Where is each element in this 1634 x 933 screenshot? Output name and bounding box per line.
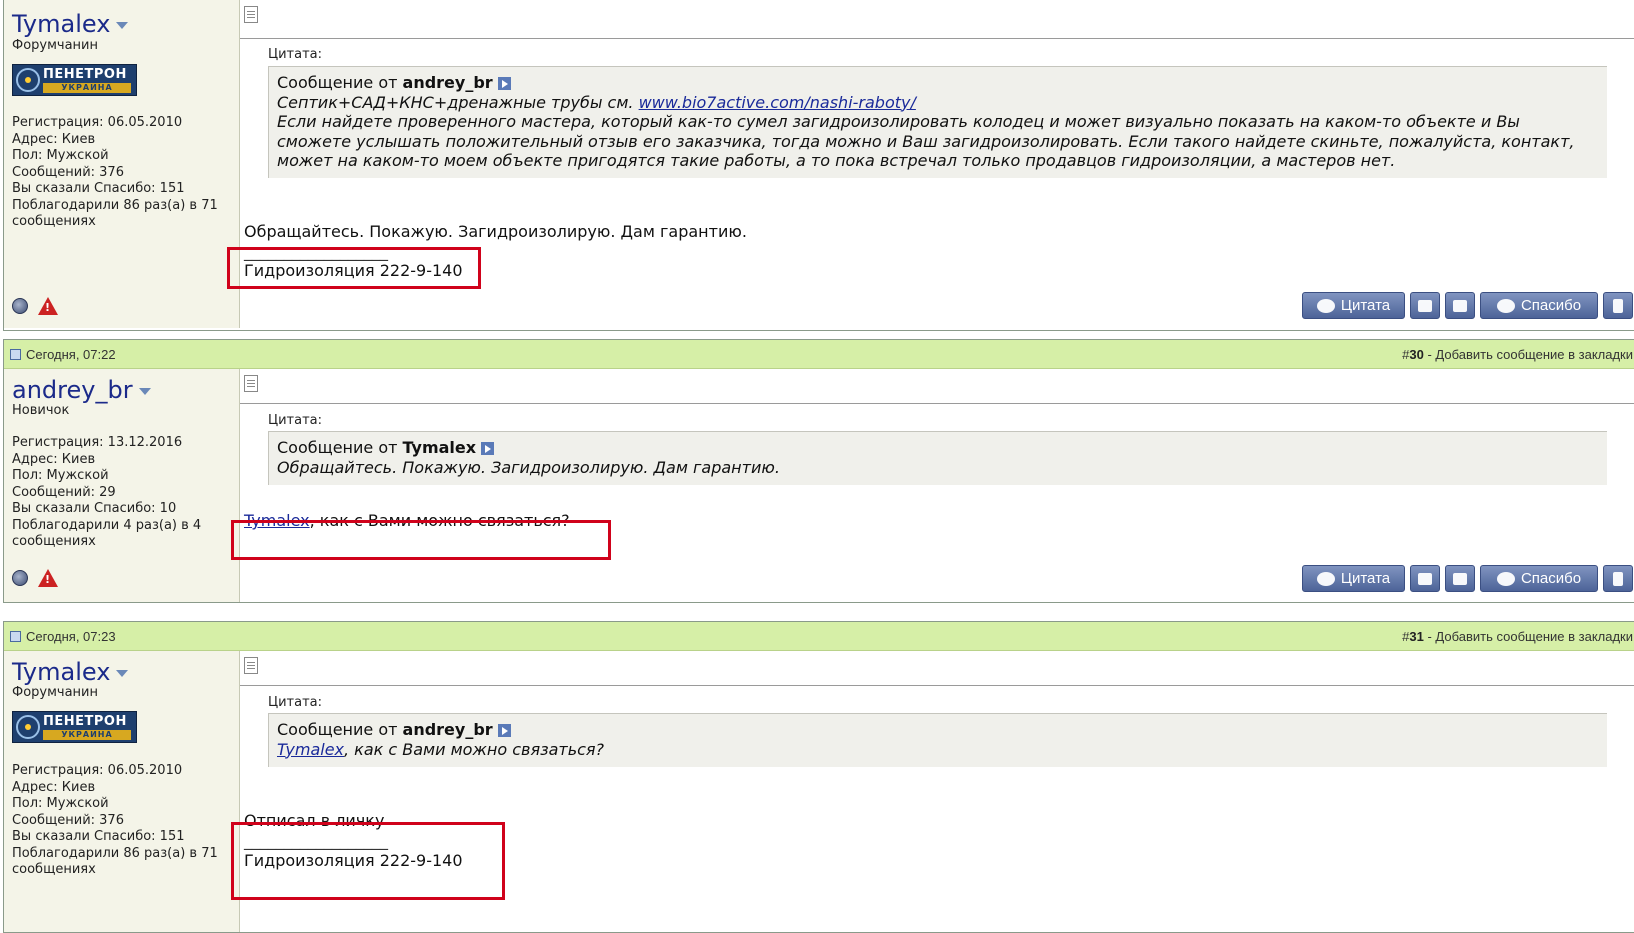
post-document-icon (244, 375, 258, 392)
quote-block: Сообщение от andrey_br Tymalex, как с Ва… (268, 713, 1607, 767)
online-status-icon (12, 570, 28, 586)
speech-bubble-icon (1316, 298, 1335, 313)
author-panel: Tymalex Форумчанин ПЕНЕТРОН УКРАИНА Реги… (4, 0, 240, 328)
reply-icon (1453, 299, 1467, 312)
author-username[interactable]: andrey_br (12, 376, 151, 404)
post-header: Сегодня, 07:23 #31 - Добавить сообщение … (4, 622, 1634, 651)
author-panel: Tymalex Форумчанин ПЕНЕТРОН УКРАИНА Реги… (4, 651, 240, 932)
bookmark-link[interactable]: - Добавить сообщение в закладки (1424, 347, 1633, 362)
post-date: Сегодня, 07:23 (26, 629, 116, 644)
goto-post-icon[interactable] (481, 442, 495, 455)
author-info: Регистрация: 13.12.2016 Адрес: Киев Пол:… (12, 435, 202, 549)
author-username[interactable]: Tymalex (12, 10, 129, 38)
quote-block: Сообщение от Tymalex Обращайтесь. Покажу… (268, 431, 1607, 485)
dropdown-arrow-icon[interactable] (116, 669, 129, 677)
bookmark-link[interactable]: - Добавить сообщение в закладки (1424, 629, 1633, 644)
quote-button[interactable]: Цитата (1302, 565, 1405, 592)
author-panel: andrey_br Новичок Регистрация: 13.12.201… (4, 369, 240, 602)
penetron-logo: ПЕНЕТРОН УКРАИНА (12, 64, 137, 96)
online-status-icon (12, 298, 28, 314)
post-status-icon (10, 631, 21, 642)
arrow-up-icon (1613, 298, 1623, 313)
highlight-box-1 (227, 247, 481, 289)
quote-author: andrey_br (402, 720, 493, 739)
mention-link[interactable]: Tymalex (277, 740, 344, 759)
quote-label: Цитата: (268, 413, 322, 428)
post-document-icon (244, 657, 258, 674)
author-info: Регистрация: 06.05.2010 Адрес: Киев Пол:… (12, 115, 218, 229)
author-username[interactable]: Tymalex (12, 658, 129, 686)
goto-post-icon[interactable] (497, 724, 511, 737)
penetron-logo: ПЕНЕТРОН УКРАИНА (12, 711, 137, 743)
thanks-button[interactable]: Спасибо (1480, 292, 1598, 319)
author-info: Регистрация: 06.05.2010 Адрес: Киев Пол:… (12, 763, 218, 877)
post-document-icon (244, 6, 258, 23)
post-number[interactable]: 30 (1409, 347, 1423, 362)
speech-bubble-icon (1316, 571, 1335, 586)
quick-reply-button[interactable] (1445, 565, 1475, 592)
scroll-top-button[interactable] (1603, 292, 1633, 319)
quote-button[interactable]: Цитата (1302, 292, 1405, 319)
quote-label: Цитата: (268, 695, 322, 710)
post-header: Сегодня, 07:22 #30 - Добавить сообщение … (4, 340, 1634, 369)
quote-block: Сообщение от andrey_br Септик+САД+КНС+др… (268, 66, 1607, 178)
scroll-top-button[interactable] (1603, 565, 1633, 592)
post-date: Сегодня, 07:22 (26, 347, 116, 362)
highlight-box-2 (231, 520, 611, 560)
quote-author: Tymalex (402, 438, 477, 457)
quote-label: Цитата: (268, 47, 322, 62)
thanks-button[interactable]: Спасибо (1480, 565, 1598, 592)
atom-icon (16, 68, 40, 92)
report-warning-icon[interactable] (38, 569, 58, 587)
thumbs-up-icon (1496, 298, 1515, 313)
post-action-bar: Цитата Спасибо (1302, 565, 1633, 592)
goto-post-icon[interactable] (497, 77, 511, 90)
multi-quote-button[interactable] (1410, 565, 1440, 592)
post-content: Цитата: Сообщение от Tymalex Обращайтесь… (240, 369, 1634, 602)
multi-quote-button[interactable] (1410, 292, 1440, 319)
post-number[interactable]: 31 (1409, 629, 1423, 644)
multiquote-icon (1418, 572, 1432, 585)
report-warning-icon[interactable] (38, 297, 58, 315)
message-text: Обращайтесь. Покажую. Загидроизолирую. Д… (244, 222, 747, 241)
post-status-icon (10, 349, 21, 360)
author-rank: Форумчанин (12, 685, 98, 700)
quote-author: andrey_br (402, 73, 493, 92)
quote-link[interactable]: www.bio7active.com/nashi-raboty/ (639, 93, 916, 112)
thumbs-up-icon (1496, 571, 1515, 586)
author-rank: Форумчанин (12, 38, 98, 53)
dropdown-arrow-icon[interactable] (116, 21, 129, 29)
multiquote-icon (1418, 299, 1432, 312)
post-30: Сегодня, 07:22 #30 - Добавить сообщение … (3, 339, 1634, 603)
author-rank: Новичок (12, 403, 70, 418)
dropdown-arrow-icon[interactable] (138, 387, 151, 395)
reply-icon (1453, 572, 1467, 585)
quick-reply-button[interactable] (1445, 292, 1475, 319)
highlight-box-3 (231, 822, 505, 900)
post-action-bar: Цитата Спасибо (1302, 292, 1633, 319)
atom-icon (16, 715, 40, 739)
arrow-up-icon (1613, 571, 1623, 586)
